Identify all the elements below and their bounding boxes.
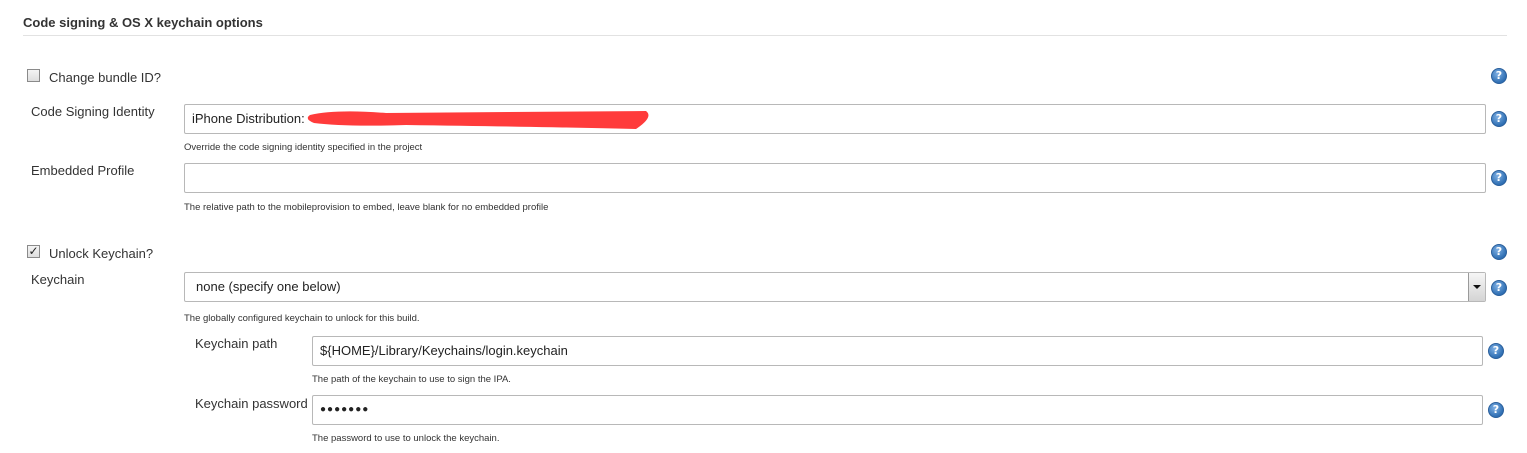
keychain-selected-value: none (specify one below) (196, 279, 341, 294)
keychain-password-input[interactable]: ●●●●●●● (312, 395, 1483, 425)
keychain-password-help: The password to use to unlock the keycha… (312, 433, 500, 444)
checkmark-icon: ✓ (28, 244, 39, 258)
help-icon[interactable]: ? (1491, 170, 1507, 186)
keychain-select[interactable]: none (specify one below) (184, 272, 1486, 302)
keychain-path-input[interactable]: ${HOME}/Library/Keychains/login.keychain (312, 336, 1483, 366)
keychain-path-help: The path of the keychain to use to sign … (312, 374, 511, 385)
help-icon[interactable]: ? (1491, 68, 1507, 84)
help-icon[interactable]: ? (1491, 280, 1507, 296)
help-icon[interactable]: ? (1488, 402, 1504, 418)
section-title: Code signing & OS X keychain options (23, 15, 263, 30)
change-bundle-id-checkbox[interactable] (27, 69, 40, 82)
keychain-help: The globally configured keychain to unlo… (184, 313, 420, 324)
code-signing-section: Code signing & OS X keychain options Cha… (0, 0, 1527, 453)
keychain-password-label: Keychain password (195, 396, 308, 411)
keychain-password-value: ●●●●●●● (320, 404, 370, 415)
chevron-down-icon[interactable] (1468, 273, 1485, 301)
change-bundle-id-label: Change bundle ID? (49, 70, 162, 85)
unlock-keychain-checkbox[interactable]: ✓ (27, 244, 40, 258)
keychain-path-value: ${HOME}/Library/Keychains/login.keychain (320, 343, 568, 358)
embedded-profile-label: Embedded Profile (31, 163, 135, 178)
redaction-mark (307, 111, 649, 129)
keychain-path-label: Keychain path (195, 336, 278, 351)
help-icon[interactable]: ? (1491, 244, 1507, 260)
code-signing-identity-label: Code Signing Identity (31, 104, 155, 119)
keychain-label: Keychain (31, 272, 85, 287)
help-icon[interactable]: ? (1488, 343, 1504, 359)
code-signing-identity-help: Override the code signing identity speci… (184, 142, 423, 153)
embedded-profile-help: The relative path to the mobileprovision… (184, 202, 549, 213)
help-icon[interactable]: ? (1491, 111, 1507, 127)
unlock-keychain-label: Unlock Keychain? (49, 246, 154, 261)
section-divider (23, 35, 1507, 36)
embedded-profile-input[interactable] (184, 163, 1486, 193)
code-signing-identity-value: iPhone Distribution: (192, 111, 305, 126)
